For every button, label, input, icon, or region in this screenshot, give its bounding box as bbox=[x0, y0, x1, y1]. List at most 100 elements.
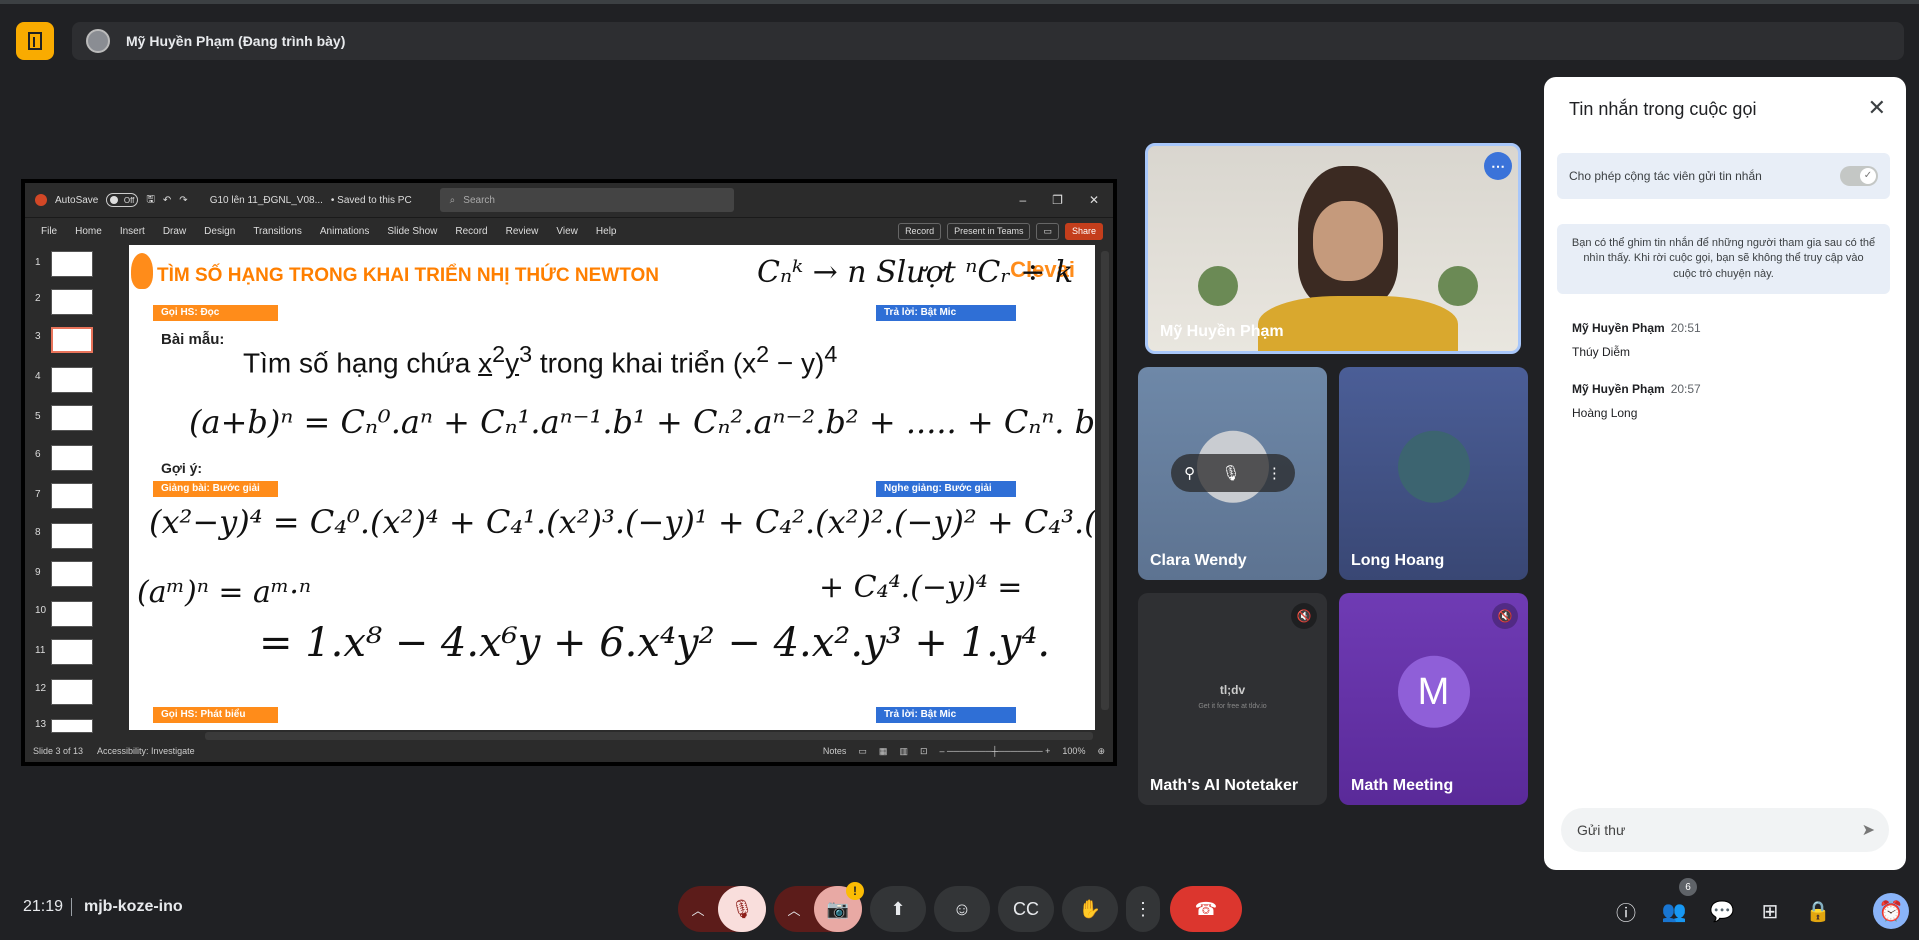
participant-tile[interactable]: Long Hoang bbox=[1339, 367, 1528, 580]
slide-thumbnail[interactable] bbox=[51, 483, 93, 509]
message-sender: Mỹ Huyền Phạm bbox=[1572, 382, 1665, 396]
tag-tra-loi-bat-mic-2: Trả lời: Bật Mic bbox=[876, 707, 1016, 723]
save-icon[interactable]: 🖫 bbox=[146, 192, 155, 209]
slide-number: 8 bbox=[35, 527, 41, 538]
present-in-teams-button[interactable]: Present in Teams bbox=[947, 223, 1031, 240]
participant-tile[interactable]: ⚲ 🎙 ⋮ Clara Wendy bbox=[1138, 367, 1327, 580]
pin-icon[interactable]: ⚲ bbox=[1184, 464, 1195, 482]
close-icon[interactable]: ✕ bbox=[1868, 95, 1886, 121]
slideshow-view-icon[interactable]: ⊡ bbox=[920, 746, 928, 757]
zoom-level[interactable]: 100% bbox=[1062, 746, 1085, 756]
send-icon[interactable]: ➤ bbox=[1862, 820, 1875, 840]
autosave-toggle[interactable]: Off bbox=[106, 193, 139, 207]
activities-icon[interactable]: ⊞ bbox=[1755, 896, 1785, 926]
slide-number: 11 bbox=[35, 645, 46, 656]
sample-label: Bài mẫu: bbox=[161, 331, 225, 348]
timer-icon[interactable]: ⏰ bbox=[1873, 893, 1909, 929]
leave-call-button[interactable]: ☎ bbox=[1170, 886, 1242, 932]
message-time: 20:57 bbox=[1670, 382, 1701, 396]
chat-icon[interactable]: 💬 bbox=[1707, 896, 1737, 926]
ink-power-rule: (aᵐ)ⁿ = aᵐ·ⁿ bbox=[137, 575, 312, 610]
ppt-search-box[interactable]: ⌕ Search bbox=[439, 188, 734, 212]
participant-tile[interactable]: 🔇 M Math Meeting bbox=[1339, 593, 1528, 805]
slide-thumbnail[interactable] bbox=[51, 251, 93, 277]
mic-off-button[interactable]: 🎙 bbox=[718, 886, 766, 932]
menu-design[interactable]: Design bbox=[204, 226, 235, 237]
share-button[interactable]: Share bbox=[1064, 223, 1103, 240]
emoji-reactions-button[interactable]: ☺ bbox=[934, 886, 990, 932]
slide-thumbnail[interactable] bbox=[51, 719, 93, 733]
maximize-icon[interactable]: ❐ bbox=[1052, 193, 1063, 207]
file-name: G10 lên 11_ĐGNL_V08... bbox=[209, 194, 323, 206]
menu-help[interactable]: Help bbox=[596, 226, 617, 237]
accessibility-status[interactable]: Accessibility: Investigate bbox=[97, 746, 195, 756]
slide-thumbnail[interactable] bbox=[51, 561, 93, 587]
menu-insert[interactable]: Insert bbox=[120, 226, 145, 237]
close-window-icon[interactable]: ✕ bbox=[1089, 193, 1099, 207]
minimize-icon[interactable]: – bbox=[1019, 193, 1026, 207]
menu-view[interactable]: View bbox=[556, 226, 578, 237]
slide-number: 10 bbox=[35, 605, 47, 616]
mic-icon[interactable]: 🎙 bbox=[1221, 464, 1240, 482]
slide-thumbnail[interactable] bbox=[51, 367, 93, 393]
mascot-fox-icon bbox=[131, 253, 153, 289]
menu-home[interactable]: Home bbox=[75, 226, 102, 237]
menu-record[interactable]: Record bbox=[455, 226, 487, 237]
permission-toggle[interactable] bbox=[1840, 166, 1878, 186]
menu-animations[interactable]: Animations bbox=[320, 226, 369, 237]
menu-draw[interactable]: Draw bbox=[163, 226, 186, 237]
ink-corner-note: Cₙᵏ → n Slượt ⁿCᵣ ÷ k bbox=[757, 255, 1074, 290]
camera-options-chevron-icon[interactable]: ︿ bbox=[774, 900, 814, 919]
slide-thumbnail[interactable] bbox=[51, 405, 93, 431]
meeting-code: mjb-koze-ino bbox=[84, 898, 183, 915]
meeting-info-icon[interactable]: ⓘ bbox=[1611, 896, 1641, 926]
zoom-slider[interactable]: – ───────┼─────── + bbox=[940, 746, 1051, 756]
slide-thumbnail[interactable] bbox=[51, 523, 93, 549]
normal-view-icon[interactable]: ▭ bbox=[858, 746, 867, 757]
slide-thumbnail[interactable] bbox=[51, 289, 93, 315]
menu-file[interactable]: File bbox=[41, 226, 57, 237]
notes-button[interactable]: Notes bbox=[823, 746, 847, 756]
sorter-view-icon[interactable]: ▦ bbox=[879, 746, 888, 757]
more-vert-icon[interactable]: ⋮ bbox=[1267, 464, 1282, 482]
comments-icon[interactable]: ▭ bbox=[1036, 223, 1059, 240]
raise-hand-button[interactable]: ✋ bbox=[1062, 886, 1118, 932]
slide-thumbnail[interactable] bbox=[51, 445, 93, 471]
people-icon[interactable]: 👥 bbox=[1659, 896, 1689, 926]
chat-message-input[interactable]: Gửi thư ➤ bbox=[1561, 808, 1889, 852]
powerpoint-icon bbox=[35, 194, 47, 206]
redo-icon[interactable]: ↷ bbox=[179, 195, 187, 206]
more-options-button[interactable]: ⋮ bbox=[1126, 886, 1160, 932]
presentation-door-icon[interactable] bbox=[16, 22, 54, 60]
vertical-scrollbar[interactable] bbox=[1101, 251, 1109, 710]
chat-input-placeholder: Gửi thư bbox=[1577, 822, 1626, 838]
meeting-clock: 21:19 bbox=[23, 898, 64, 915]
undo-icon[interactable]: ↶ bbox=[163, 195, 171, 206]
menu-slide-show[interactable]: Slide Show bbox=[387, 226, 437, 237]
slide-thumbnail[interactable] bbox=[51, 639, 93, 665]
slide-number: 7 bbox=[35, 489, 41, 500]
reading-view-icon[interactable]: ▥ bbox=[899, 746, 908, 757]
more-options-icon[interactable]: ⋯ bbox=[1484, 152, 1512, 180]
theater-masks-avatar-icon bbox=[1397, 430, 1470, 503]
menu-transitions[interactable]: Transitions bbox=[253, 226, 302, 237]
slide-canvas: TÌM SỐ HẠNG TRONG KHAI TRIỂN NHỊ THỨC NE… bbox=[129, 245, 1095, 730]
horizontal-scrollbar[interactable] bbox=[205, 732, 1093, 740]
participant-tile-main[interactable]: ⋯ Mỹ Huyền Phạm bbox=[1145, 143, 1521, 354]
fit-slide-icon[interactable]: ⊕ bbox=[1097, 746, 1105, 757]
background-plant bbox=[1198, 266, 1238, 306]
menu-review[interactable]: Review bbox=[506, 226, 539, 237]
tldv-logo-text: tl;dv bbox=[1219, 683, 1246, 697]
status-right: Notes ▭ ▦ ▥ ⊡ – ───────┼─────── + 100% ⊕ bbox=[823, 746, 1113, 757]
host-controls-icon[interactable]: 🔒 bbox=[1803, 896, 1833, 926]
slide-thumbnail[interactable] bbox=[51, 679, 93, 705]
participant-tile[interactable]: 🔇 tl;dv Get it for free at tldv.io Math'… bbox=[1138, 593, 1327, 805]
mic-options-chevron-icon[interactable]: ︿ bbox=[678, 900, 718, 919]
captions-button[interactable]: CC bbox=[998, 886, 1054, 932]
chat-title: Tin nhắn trong cuộc gọi bbox=[1569, 99, 1757, 119]
slide-thumbnail[interactable] bbox=[51, 601, 93, 627]
present-screen-button[interactable]: ⬆ bbox=[870, 886, 926, 932]
tag-goi-hs-phat-bieu: Gọi HS: Phát biểu bbox=[153, 707, 278, 723]
record-button[interactable]: Record bbox=[898, 223, 942, 240]
slide-thumbnail-active[interactable] bbox=[51, 327, 93, 353]
